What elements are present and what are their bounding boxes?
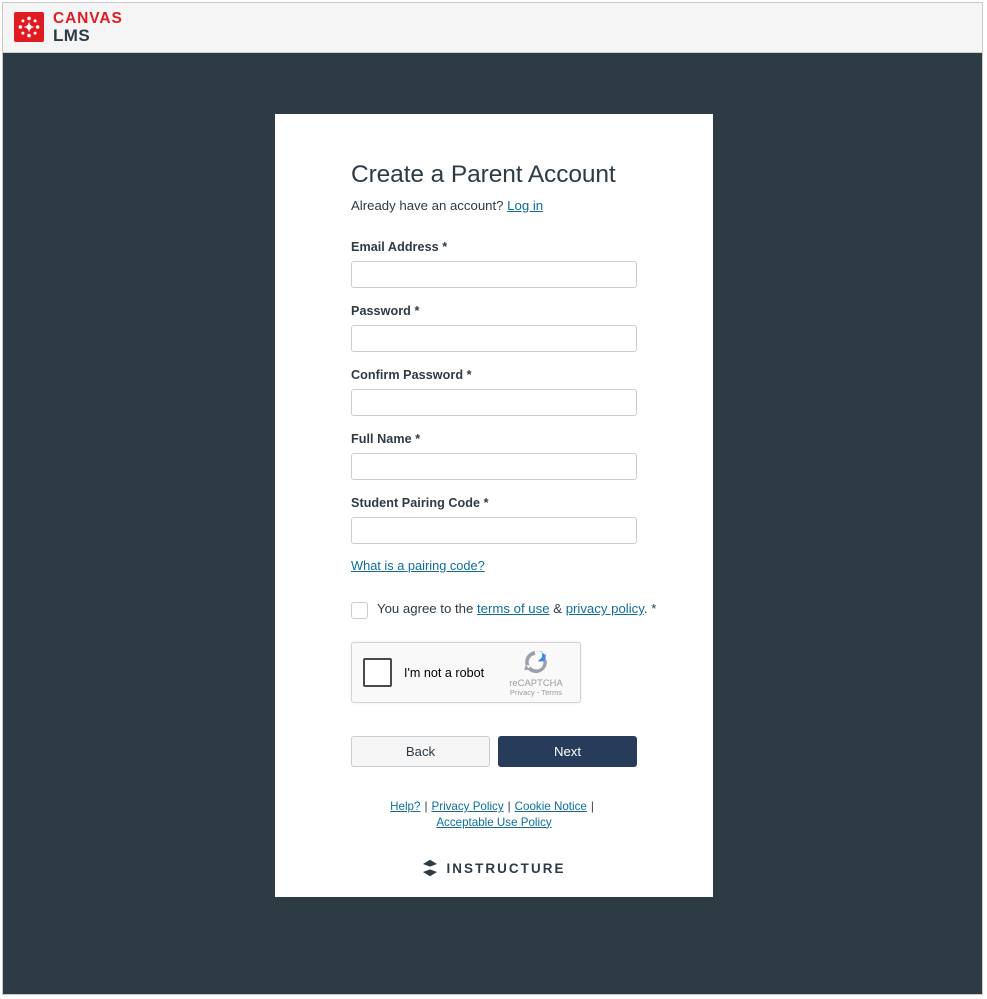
signup-card: Create a Parent Account Already have an …	[275, 114, 713, 897]
password-input[interactable]	[351, 325, 637, 352]
terms-ampersand: &	[553, 601, 563, 616]
label-password: Password *	[351, 304, 713, 318]
recaptcha-checkbox[interactable]	[363, 658, 392, 687]
brand-wordmark: CANVAS LMS	[53, 9, 123, 45]
footer-links: Help? | Privacy Policy | Cookie Notice | Acce…	[335, 799, 653, 830]
label-password-text: Password	[351, 304, 411, 318]
terms-of-use-link[interactable]: terms of use	[477, 601, 550, 616]
footer-separator-1: |	[424, 800, 428, 813]
pairing-code-help: What is a pairing code?	[351, 558, 713, 573]
card-footer: Help? | Privacy Policy | Cookie Notice | Acce…	[275, 799, 713, 877]
label-email-text: Email Address	[351, 240, 439, 254]
page-background: Create a Parent Account Already have an …	[3, 53, 982, 994]
label-confirm-password: Confirm Password *	[351, 368, 713, 382]
label-full-name: Full Name *	[351, 432, 713, 446]
signup-form: Email Address * Password * Confirm Passw…	[275, 213, 713, 767]
already-have-account: Already have an account? Log in	[275, 189, 713, 213]
recaptcha-branding: reCAPTCHA Privacy - Terms	[502, 647, 570, 697]
site-header: CANVAS LMS	[3, 3, 982, 53]
privacy-policy-link[interactable]: privacy policy	[566, 601, 644, 616]
form-actions: Back Next	[351, 736, 713, 767]
instructure-wordmark: INSTRUCTURE	[446, 860, 566, 876]
label-confirm-password-required: *	[466, 368, 472, 382]
terms-checkbox[interactable]	[351, 602, 368, 619]
privacy-policy-footer-link[interactable]: Privacy Policy	[431, 800, 503, 813]
log-in-link[interactable]: Log in	[507, 198, 543, 213]
what-is-a-pairing-code-link[interactable]: What is a pairing code?	[351, 558, 485, 573]
cookie-notice-link[interactable]: Cookie Notice	[515, 800, 587, 813]
already-have-account-text: Already have an account?	[351, 198, 504, 213]
footer-separator-2: |	[507, 800, 511, 813]
terms-period: .	[643, 601, 648, 616]
confirm-password-input[interactable]	[351, 389, 637, 416]
next-button[interactable]: Next	[498, 736, 637, 767]
email-input[interactable]	[351, 261, 637, 288]
page-title: Create a Parent Account	[351, 161, 616, 188]
brand-lms-text: LMS	[53, 25, 91, 45]
label-email-required: *	[442, 240, 448, 254]
label-full-name-required: *	[415, 432, 421, 446]
footer-separator-3: |	[590, 800, 594, 813]
brand-canvas-text: CANVAS	[53, 9, 123, 27]
label-full-name-text: Full Name	[351, 432, 412, 446]
label-password-required: *	[414, 304, 420, 318]
student-pairing-code-input[interactable]	[351, 517, 637, 544]
help-link[interactable]: Help?	[390, 800, 420, 813]
label-email: Email Address *	[351, 240, 713, 254]
acceptable-use-policy-link[interactable]: Acceptable Use Policy	[436, 816, 551, 829]
label-student-pairing-code-required: *	[483, 496, 489, 510]
canvas-logo-icon	[14, 12, 44, 43]
back-button[interactable]: Back	[351, 736, 490, 767]
canvas-lms-brand[interactable]: CANVAS LMS	[14, 9, 123, 45]
instructure-logo: INSTRUCTURE	[335, 859, 653, 877]
terms-agreement-row: You agree to the terms of use & privacy …	[351, 601, 713, 619]
full-name-input[interactable]	[351, 453, 637, 480]
terms-required: *	[651, 601, 657, 616]
label-student-pairing-code-text: Student Pairing Code	[351, 496, 481, 510]
browser-window: CANVAS LMS Create a Parent Account Alrea…	[2, 2, 983, 995]
instructure-logo-icon	[423, 860, 438, 877]
terms-prefix: You agree to the	[377, 601, 474, 616]
terms-agreement-text: You agree to the terms of use & privacy …	[377, 601, 656, 617]
recaptcha-icon	[524, 651, 547, 674]
recaptcha-widget[interactable]: I'm not a robot reCAPTCHA Privacy - Term…	[351, 642, 581, 703]
recaptcha-legal-text: Privacy - Terms	[509, 687, 563, 697]
label-student-pairing-code: Student Pairing Code *	[351, 496, 713, 510]
recaptcha-label: I'm not a robot	[404, 665, 485, 680]
label-confirm-password-text: Confirm Password	[351, 368, 464, 382]
